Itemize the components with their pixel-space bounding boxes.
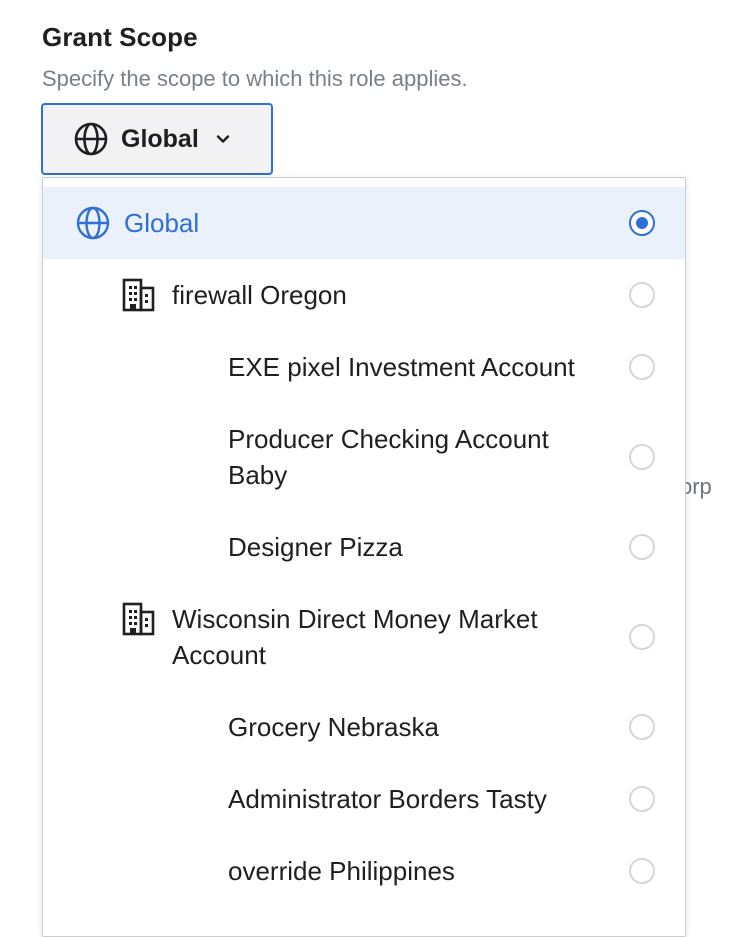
- scope-option-label: override Philippines: [228, 856, 455, 886]
- scope-option-label: Designer Pizza: [228, 532, 403, 562]
- scope-option-label: Grocery Nebraska: [228, 712, 439, 742]
- scope-option-global[interactable]: Global: [43, 187, 685, 259]
- scope-option-label: Wisconsin Direct Money Market Account: [172, 604, 538, 670]
- scope-option-grocery-nebraska[interactable]: Grocery Nebraska: [43, 691, 685, 763]
- scope-option-producer-checking-account-baby[interactable]: Producer Checking Account Baby: [43, 403, 685, 511]
- radio-unselected-icon: [629, 786, 655, 812]
- radio-unselected-icon: [629, 354, 655, 380]
- radio-unselected-icon: [629, 714, 655, 740]
- radio-unselected-icon: [629, 858, 655, 884]
- scope-option-wisconsin-direct-money-market-account[interactable]: Wisconsin Direct Money Market Account: [43, 583, 685, 691]
- scope-option-label: Administrator Borders Tasty: [228, 784, 547, 814]
- scope-option-exe-pixel-investment-account[interactable]: EXE pixel Investment Account: [43, 331, 685, 403]
- radio-unselected-icon: [629, 534, 655, 560]
- scope-option-label: Producer Checking Account Baby: [228, 424, 549, 490]
- scope-select-value: Global: [121, 124, 199, 153]
- radio-unselected-icon: [629, 444, 655, 470]
- radio-selected-icon: [629, 210, 655, 236]
- scope-option-override-philippines[interactable]: override Philippines: [43, 835, 685, 907]
- radio-unselected-icon: [629, 624, 655, 650]
- section-title: Grant Scope: [42, 22, 198, 52]
- section-subtitle: Specify the scope to which this role app…: [42, 66, 468, 91]
- globe-icon: [73, 121, 109, 157]
- chevron-down-icon: [213, 129, 233, 149]
- scope-select-button[interactable]: Global: [41, 103, 273, 175]
- scope-option-label: Global: [124, 208, 200, 238]
- globe-icon: [75, 205, 111, 241]
- scope-option-designer-pizza[interactable]: Designer Pizza: [43, 511, 685, 583]
- scope-option-administrator-borders-tasty[interactable]: Administrator Borders Tasty: [43, 763, 685, 835]
- scope-option-label: firewall Oregon: [172, 280, 347, 310]
- scope-dropdown-menu: Global firewall Oregon EXE pixel Investm…: [42, 177, 686, 937]
- scope-option-firewall-oregon[interactable]: firewall Oregon: [43, 259, 685, 331]
- building-icon: [121, 277, 157, 313]
- radio-unselected-icon: [629, 282, 655, 308]
- scope-option-label: EXE pixel Investment Account: [228, 352, 575, 382]
- building-icon: [121, 601, 157, 637]
